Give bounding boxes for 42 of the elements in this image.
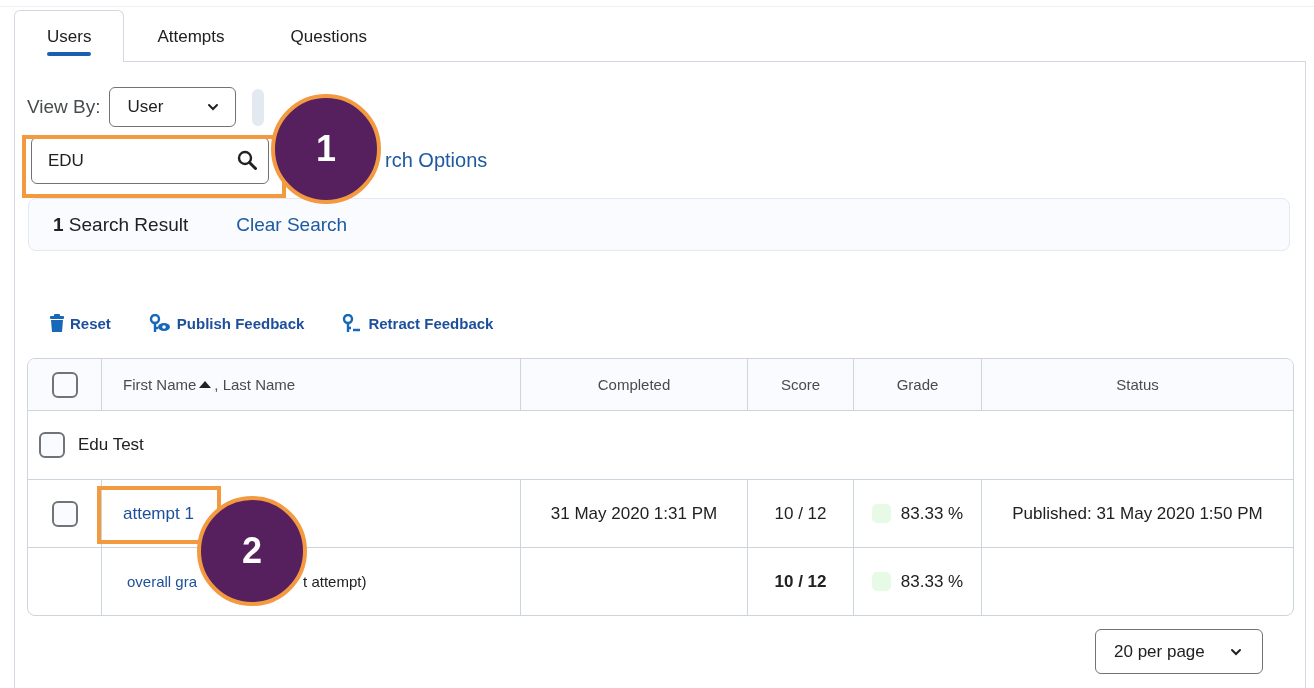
search-icon <box>237 150 257 170</box>
table-cell: t attempt) <box>303 573 367 590</box>
table-cell: 83.33 % <box>900 503 964 524</box>
table-cell: 31 May 2020 1:31 PM <box>550 503 718 524</box>
trash-icon <box>50 314 64 332</box>
column-header: Status <box>1116 376 1159 393</box>
view-by-label: View By: <box>27 96 101 118</box>
per-page-dropdown[interactable]: 20 per page <box>1095 629 1263 674</box>
overall-grade-link[interactable]: overall gra <box>127 573 198 590</box>
step-marker: 1 <box>271 94 381 204</box>
view-by-dropdown[interactable]: User <box>108 87 236 127</box>
column-header: Score <box>780 376 821 393</box>
toolbar-button[interactable]: Reset <box>50 314 111 332</box>
clear-search-link[interactable]: Clear Search <box>236 213 348 236</box>
grade-indicator-icon <box>871 504 891 523</box>
chevron-down-icon <box>206 103 219 111</box>
checkbox[interactable] <box>51 500 78 527</box>
search-result-count: 1 Search Result <box>53 213 189 236</box>
checkbox[interactable] <box>51 371 78 398</box>
table-cell: Published: 31 May 2020 1:50 PM <box>1012 503 1263 524</box>
tab[interactable]: Questions <box>257 10 401 62</box>
grade-indicator-icon <box>871 572 891 591</box>
table-cell: 10 / 12 <box>774 503 827 524</box>
column-header: Grade <box>896 376 939 393</box>
sort-up-icon <box>199 381 212 388</box>
checkbox[interactable] <box>39 432 65 458</box>
tab[interactable]: Attempts <box>124 10 258 62</box>
toolbar-button[interactable]: Retract Feedback <box>342 314 494 332</box>
table-cell: 10 / 12 <box>774 571 827 592</box>
key-icon <box>342 314 363 332</box>
chevron-down-icon <box>1230 647 1242 656</box>
toolbar-button[interactable]: Publish Feedback <box>148 314 305 332</box>
key-icon <box>148 314 171 332</box>
attempt-link[interactable]: attempt 1 <box>123 503 194 524</box>
column-header: Completed <box>597 376 671 393</box>
search-options-link[interactable]: rch Options <box>385 149 488 172</box>
table-cell: 83.33 % <box>900 571 964 592</box>
tab[interactable]: Users <box>14 10 125 62</box>
search-field[interactable]: EDU <box>31 137 269 184</box>
user-name: Edu Test <box>78 435 144 455</box>
column-header[interactable]: , Last Name <box>214 376 296 393</box>
column-header[interactable]: First Name <box>123 376 197 393</box>
